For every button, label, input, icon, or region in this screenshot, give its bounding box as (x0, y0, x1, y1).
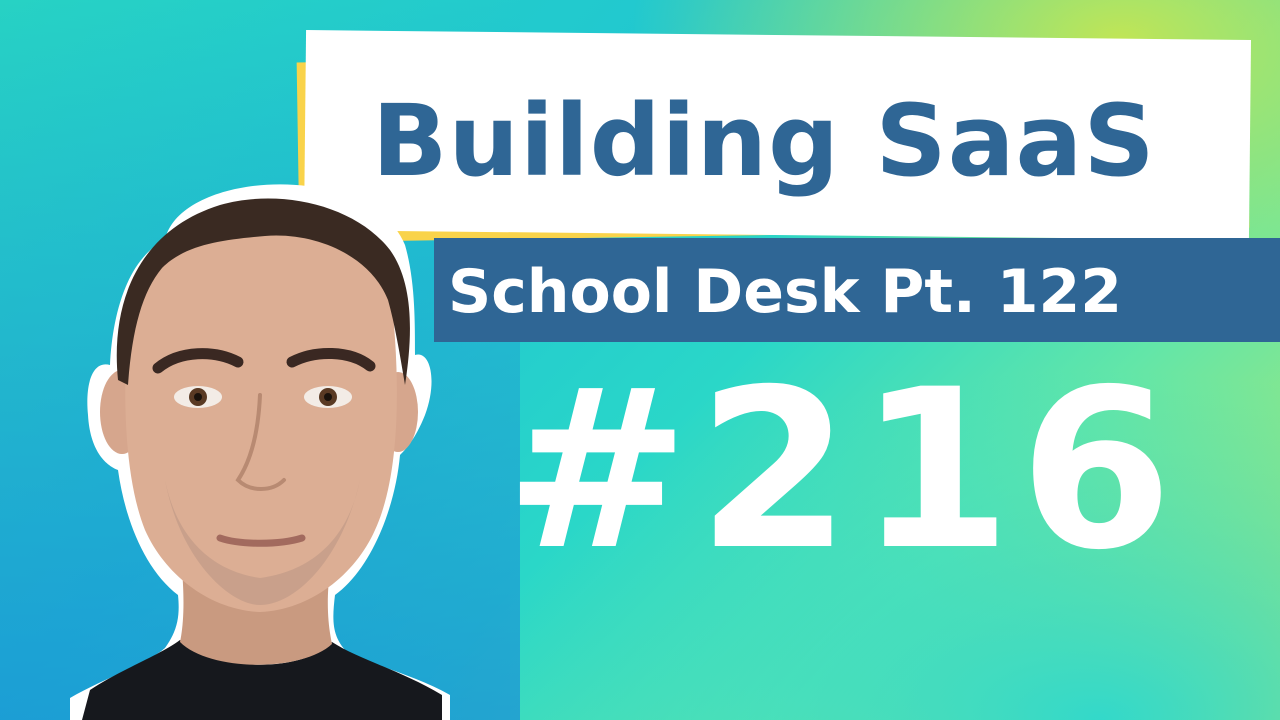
episode-number: #216 (505, 342, 1181, 598)
face-shape (125, 221, 397, 613)
host-portrait (70, 184, 450, 720)
thumbnail-title: Building SaaS (372, 84, 1156, 199)
thumbnail-subtitle: School Desk Pt. 122 (448, 257, 1122, 327)
video-thumbnail[interactable]: Building SaaS School Desk Pt. 122 #216 (0, 0, 1280, 720)
